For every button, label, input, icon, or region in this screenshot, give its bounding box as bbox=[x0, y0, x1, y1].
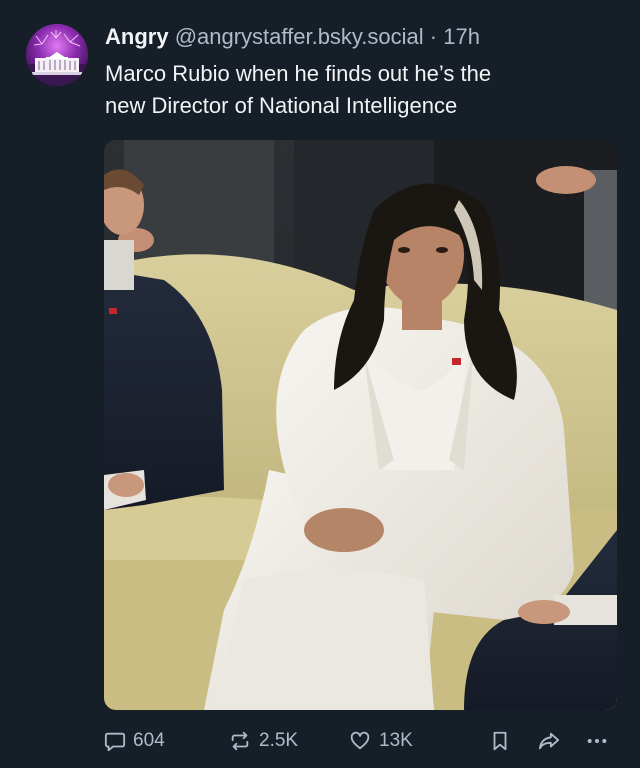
post-card: Angry @angrystaffer.bsky.social · 17h Ma… bbox=[0, 0, 640, 768]
header-separator: · bbox=[429, 24, 438, 49]
reply-button[interactable]: 604 bbox=[104, 726, 165, 756]
post-actions: 604 2.5K 13K bbox=[104, 726, 620, 756]
author-avatar[interactable] bbox=[26, 24, 88, 86]
post-text-line-1: Marco Rubio when he finds out he’s the bbox=[105, 61, 492, 86]
post-image[interactable] bbox=[104, 140, 617, 710]
share-arrow-icon bbox=[538, 732, 560, 750]
post-header: Angry @angrystaffer.bsky.social · 17h bbox=[105, 22, 620, 52]
author-display-name[interactable]: Angry bbox=[105, 24, 169, 49]
repost-button[interactable]: 2.5K bbox=[228, 726, 298, 756]
photo-illustration bbox=[104, 140, 617, 710]
bookmark-icon bbox=[493, 731, 507, 751]
repost-arrows-icon bbox=[231, 731, 249, 751]
bookmark-button[interactable] bbox=[490, 726, 510, 756]
share-button[interactable] bbox=[536, 726, 562, 756]
speech-bubble-icon bbox=[104, 732, 126, 752]
post-text-line-2: new Director of National Intelligence bbox=[105, 93, 458, 118]
more-options-button[interactable] bbox=[584, 726, 610, 756]
repost-count: 2.5K bbox=[259, 730, 299, 751]
white-house-fireworks-icon bbox=[26, 24, 88, 86]
post-text: Marco Rubio when he finds out he’s the n… bbox=[105, 58, 605, 122]
like-count: 13K bbox=[379, 730, 413, 751]
post-timestamp[interactable]: 17h bbox=[443, 24, 480, 49]
reply-count: 604 bbox=[133, 730, 165, 751]
author-handle[interactable]: @angrystaffer.bsky.social bbox=[175, 24, 424, 49]
ellipsis-icon bbox=[587, 738, 607, 744]
like-button[interactable]: 13K bbox=[348, 726, 413, 756]
heart-icon bbox=[350, 731, 370, 750]
